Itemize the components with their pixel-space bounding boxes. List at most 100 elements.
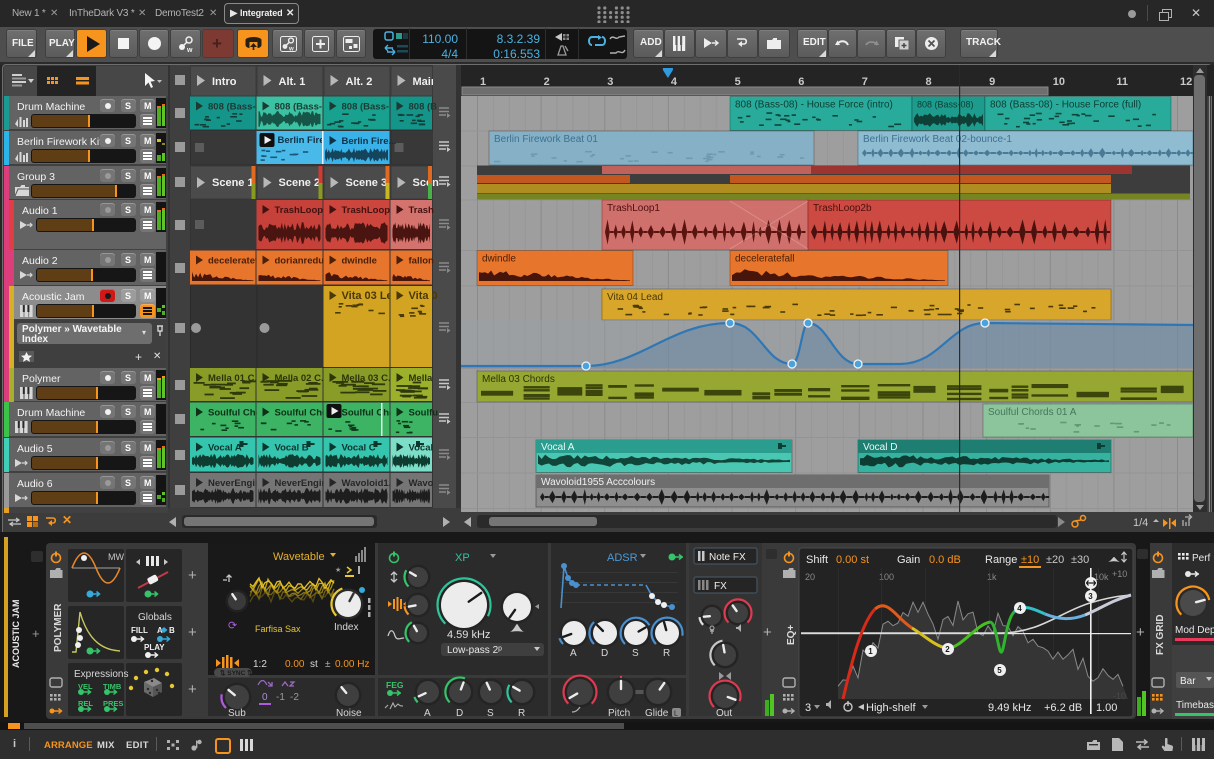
svg-text:Sub: Sub xyxy=(228,708,246,719)
svg-text:FX GRID: FX GRID xyxy=(1155,614,1166,655)
svg-text:12: 12 xyxy=(1180,76,1192,88)
svg-text:⟳: ⟳ xyxy=(228,620,237,632)
svg-text:TrashLoop2b: TrashLoop2b xyxy=(813,203,872,214)
svg-text:8: 8 xyxy=(926,76,932,88)
svg-text:Vocal A: Vocal A xyxy=(541,442,575,453)
svg-text:5: 5 xyxy=(997,666,1002,675)
svg-text:Note FX: Note FX xyxy=(709,552,746,563)
svg-text:Pitch: Pitch xyxy=(608,708,630,719)
svg-text:Intro: Intro xyxy=(212,76,237,88)
svg-text:FX: FX xyxy=(714,581,727,592)
svg-text:+: + xyxy=(188,681,197,698)
svg-text:dorianredu...: dorianredu... xyxy=(275,256,333,267)
svg-text:808 (Bass-08) - House Force (i: 808 (Bass-08) - House Force (intro) xyxy=(735,100,893,111)
svg-text:1.00: 1.00 xyxy=(1096,702,1117,714)
svg-text:Wavoloid1955 Acccolours: Wavoloid1955 Acccolours xyxy=(541,477,655,488)
svg-text:-2: -2 xyxy=(290,692,299,703)
svg-text:±10: ±10 xyxy=(1021,554,1039,566)
svg-text:Alt. 2: Alt. 2 xyxy=(346,76,373,88)
svg-text:1/4: 1/4 xyxy=(1133,517,1148,529)
svg-text:w: w xyxy=(186,47,193,53)
svg-text:Vocal D: Vocal D xyxy=(863,442,897,453)
svg-text:Expressions: Expressions xyxy=(74,669,128,680)
svg-text:0.0 dB: 0.0 dB xyxy=(929,554,961,566)
svg-text:3: 3 xyxy=(805,702,811,714)
svg-text:Vita 04 Lead: Vita 04 Lead xyxy=(607,292,663,303)
svg-text:+6.2 dB: +6.2 dB xyxy=(1044,702,1082,714)
svg-text:Gain: Gain xyxy=(897,554,920,566)
svg-text:Berlin Fire...: Berlin Fire... xyxy=(342,136,397,147)
svg-text:9.49 kHz: 9.49 kHz xyxy=(988,702,1031,714)
svg-text:Perf: Perf xyxy=(1192,553,1211,564)
svg-text:808 (Bass-...: 808 (Bass-... xyxy=(342,102,397,113)
svg-text:R: R xyxy=(663,648,670,659)
svg-text:L: L xyxy=(674,711,678,718)
svg-text:Vocal C: Vocal C xyxy=(342,443,376,454)
svg-text:TrashLoop1: TrashLoop1 xyxy=(275,205,330,216)
svg-text:+: + xyxy=(188,567,197,584)
svg-text:Vocal B: Vocal B xyxy=(275,443,309,454)
svg-text:FILL: FILL xyxy=(131,626,148,635)
svg-text:Mella 02 C...: Mella 02 C... xyxy=(275,373,329,384)
svg-text:B: B xyxy=(169,626,175,635)
svg-text:808 (B: 808 (B xyxy=(409,102,438,113)
svg-text:Berlin Firework Beat 02-bounce: Berlin Firework Beat 02-bounce-1 xyxy=(863,134,1012,145)
svg-text:⇅ SYNC ⇅: ⇅ SYNC ⇅ xyxy=(220,669,253,677)
svg-text:2: 2 xyxy=(544,76,550,88)
svg-text:10: 10 xyxy=(1053,76,1065,88)
svg-text:2: 2 xyxy=(945,645,950,654)
svg-text:6: 6 xyxy=(798,76,804,88)
svg-text:Scen: Scen xyxy=(413,177,440,189)
svg-text:+: + xyxy=(188,624,197,641)
svg-text:Shift: Shift xyxy=(806,554,828,566)
svg-text:Low-pass 2ᵖ: Low-pass 2ᵖ xyxy=(447,645,502,656)
svg-text:4.59 kHz: 4.59 kHz xyxy=(447,629,490,641)
svg-text:deceleratefall: deceleratefall xyxy=(735,254,794,265)
svg-text:EQ+: EQ+ xyxy=(786,625,797,645)
svg-text:Scene 3: Scene 3 xyxy=(346,177,388,189)
svg-text:+: + xyxy=(763,624,772,641)
svg-text:1:2: 1:2 xyxy=(253,659,267,670)
svg-text:st: st xyxy=(310,659,318,670)
svg-text:+: + xyxy=(1136,624,1145,641)
svg-text:+: + xyxy=(32,626,40,641)
svg-text:Timebas: Timebas xyxy=(1176,700,1214,711)
svg-text:4: 4 xyxy=(1017,604,1022,613)
svg-text:0.00 st: 0.00 st xyxy=(836,554,869,566)
svg-text:A: A xyxy=(424,708,431,719)
svg-text:20: 20 xyxy=(805,572,815,582)
svg-text:7: 7 xyxy=(862,76,868,88)
svg-text:-1: -1 xyxy=(276,692,285,703)
svg-text:3: 3 xyxy=(607,76,613,88)
svg-text:Berlin Firework Beat 01: Berlin Firework Beat 01 xyxy=(494,134,598,145)
svg-text:ACOUSTIC JAM: ACOUSTIC JAM xyxy=(11,599,21,668)
svg-text:★: ★ xyxy=(335,566,341,574)
svg-text:±20: ±20 xyxy=(1046,554,1064,566)
svg-text:MW: MW xyxy=(108,552,124,562)
svg-text:1: 1 xyxy=(480,76,486,88)
svg-text:Out: Out xyxy=(716,708,732,719)
svg-text:S: S xyxy=(632,648,639,659)
svg-text:±30: ±30 xyxy=(1071,554,1089,566)
svg-text:Scene 1: Scene 1 xyxy=(212,177,254,189)
svg-text:Alt. 1: Alt. 1 xyxy=(279,76,306,88)
svg-text:fallon: fallon xyxy=(409,256,435,267)
svg-text:dwindle: dwindle xyxy=(482,254,516,265)
svg-text:Wavetable: Wavetable xyxy=(273,551,325,563)
svg-text:Vocal A: Vocal A xyxy=(208,443,242,454)
svg-text:Globals: Globals xyxy=(138,612,172,623)
svg-text:A: A xyxy=(570,648,577,659)
svg-text:0: 0 xyxy=(262,692,268,703)
svg-text:High-shelf: High-shelf xyxy=(866,702,916,714)
svg-text:+10: +10 xyxy=(1112,569,1127,579)
svg-text:R: R xyxy=(518,708,525,719)
svg-text:Wavo: Wavo xyxy=(409,478,434,489)
svg-text:1: 1 xyxy=(868,647,873,656)
svg-text:w: w xyxy=(288,47,294,53)
svg-text:808 (Bass-...: 808 (Bass-... xyxy=(208,102,263,113)
svg-text:TrashLoop1: TrashLoop1 xyxy=(607,203,660,214)
svg-text:D: D xyxy=(456,708,463,719)
svg-text:9: 9 xyxy=(989,76,995,88)
svg-text:Mella 01 C...: Mella 01 C... xyxy=(208,373,262,384)
svg-text:1k: 1k xyxy=(987,572,997,582)
